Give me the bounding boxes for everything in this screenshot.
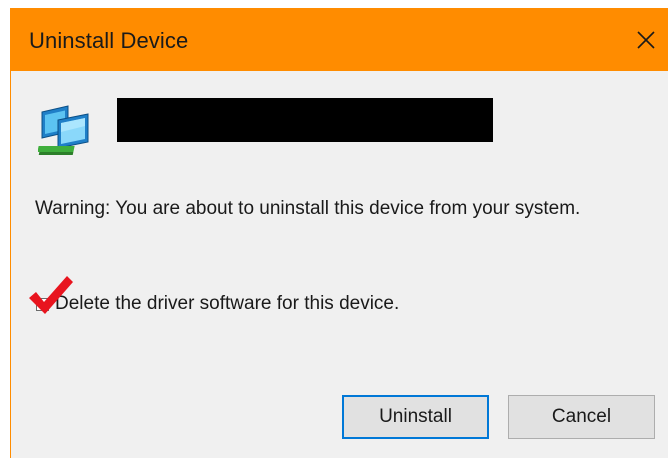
dialog-title: Uninstall Device (29, 28, 189, 53)
network-adapter-icon (38, 105, 89, 155)
close-button[interactable] (623, 8, 668, 71)
device-name-redacted (117, 98, 493, 142)
close-icon (637, 30, 655, 49)
delete-driver-option[interactable]: Delete the driver software for this devi… (36, 290, 399, 318)
warning-message: Warning: You are about to uninstall this… (35, 198, 581, 219)
delete-driver-label: Delete the driver software for this devi… (55, 293, 400, 314)
cancel-button[interactable]: Cancel (508, 395, 655, 439)
uninstall-button[interactable]: Uninstall (342, 395, 489, 439)
delete-driver-checkbox[interactable] (36, 297, 49, 311)
title-bar: Uninstall Device (11, 8, 668, 71)
uninstall-device-dialog: Uninstall Device Warning: You are about … (10, 8, 668, 458)
